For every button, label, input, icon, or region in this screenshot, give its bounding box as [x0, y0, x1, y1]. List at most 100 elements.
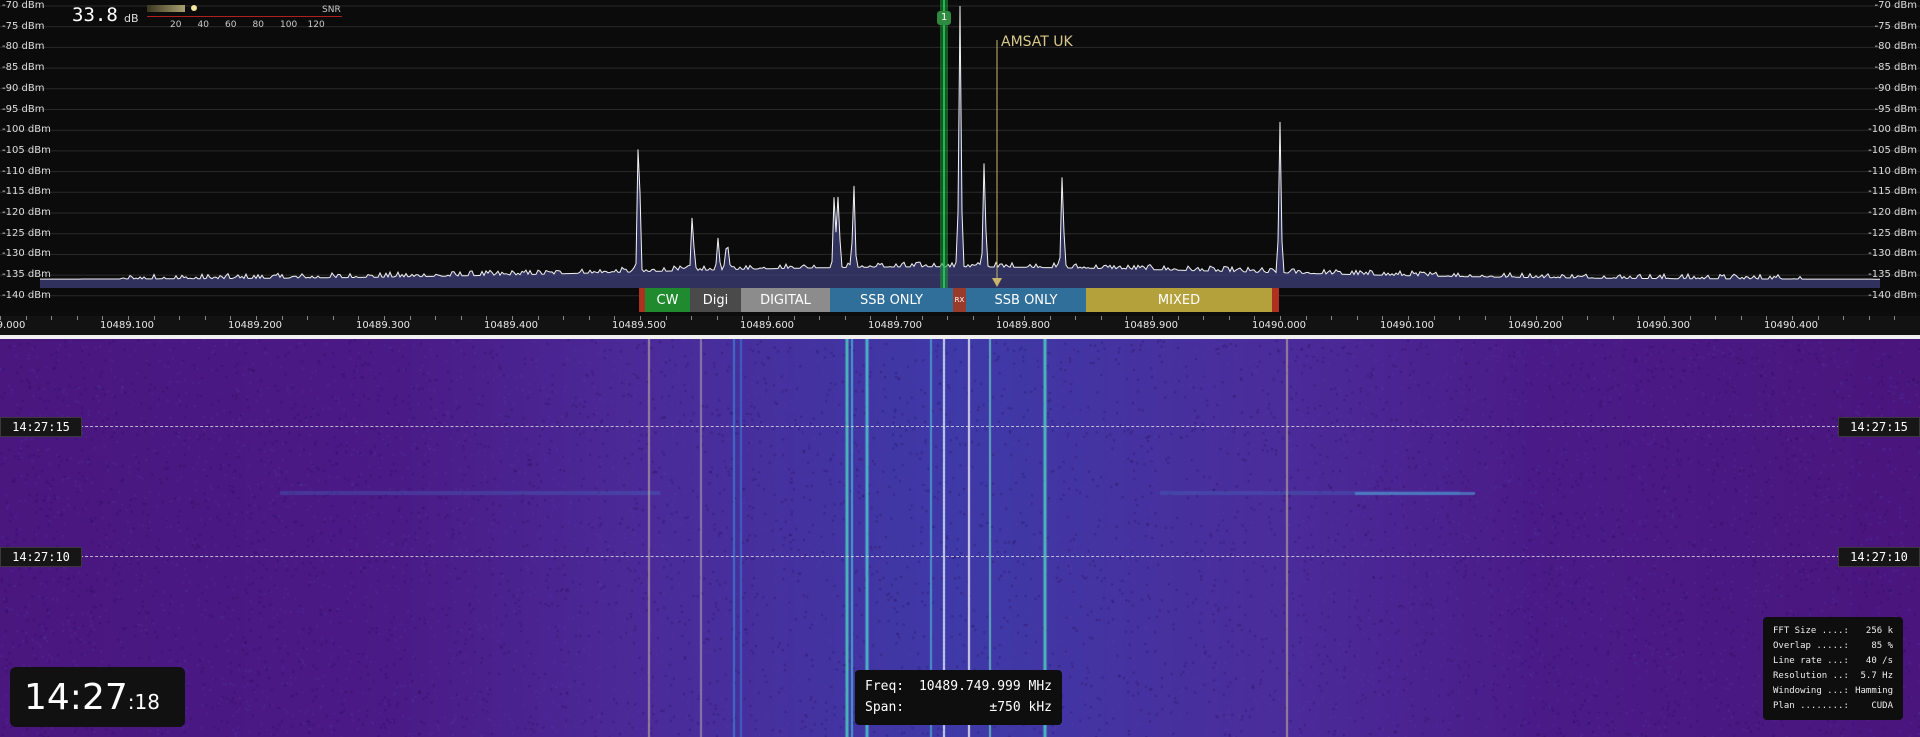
freq-tick-mark — [384, 316, 385, 320]
snr-tick-label: 60 — [225, 20, 237, 30]
band-segment[interactable]: CW — [645, 288, 690, 312]
frequency-axis[interactable]: 9.000 10489.100 10489.200 10489.300 10489.40… — [0, 316, 1920, 336]
span-label: Span: — [865, 700, 905, 715]
dbm-label-left: -105 dBm — [2, 144, 51, 156]
freq-tick-mark — [972, 316, 974, 320]
fft-info-value: 40 /s — [1865, 656, 1893, 666]
freq-tick-mark — [793, 316, 795, 320]
band-segment[interactable]: SSB ONLY — [830, 288, 953, 312]
freq-tick-mark — [1305, 316, 1307, 320]
freq-tick-mark — [768, 316, 769, 320]
freq-tick-label: 10489.600 — [739, 320, 795, 331]
band-segment[interactable]: MIXED — [1086, 288, 1272, 312]
freq-tick-mark — [1100, 316, 1102, 320]
fft-info-value: Hamming — [1855, 686, 1893, 696]
fft-info-key: Overlap .....: — [1773, 641, 1849, 651]
time-mark-left: 14:27:10 — [0, 547, 82, 567]
spectrum-plot[interactable] — [0, 0, 1920, 312]
dbm-label-left: -120 dBm — [2, 207, 51, 218]
band-segment[interactable]: Digi — [690, 288, 741, 312]
freq-tick-mark — [0, 316, 1, 320]
fft-info-row: Overlap .....: 85 % — [1773, 639, 1893, 654]
freq-tick-mark — [1843, 316, 1845, 320]
fft-info-row: FFT Size ....: 256 k — [1773, 624, 1893, 639]
fft-info-row: Resolution ..: 5.7 Hz — [1773, 669, 1893, 684]
freq-tick-mark — [1715, 316, 1717, 320]
freq-tick-mark — [742, 316, 744, 320]
freq-row: Freq: 10489.749.999 MHz — [865, 676, 1052, 697]
dbm-label-left: -90 dBm — [2, 82, 45, 94]
freq-tick-label: 10489.300 — [355, 320, 411, 331]
freq-tick-label: 9.000 — [0, 320, 26, 331]
freq-tick-mark — [102, 316, 104, 320]
dbm-label-right: -130 dBm — [1868, 248, 1917, 260]
freq-tick-mark — [537, 316, 539, 320]
marker-label[interactable]: AMSAT UK — [1001, 34, 1073, 50]
freq-tick-mark — [1382, 316, 1384, 320]
freq-tick-label: 10490.100 — [1379, 320, 1435, 331]
snr-tick-label: 20 — [170, 20, 182, 30]
freq-tick-mark — [204, 316, 206, 320]
freq-tick-mark — [128, 316, 129, 320]
freq-tick-mark — [256, 316, 257, 320]
freq-tick-mark — [1356, 316, 1358, 320]
freq-tick-mark — [179, 316, 181, 320]
freq-tick-mark — [281, 316, 283, 320]
freq-tick-label: 10489.400 — [483, 320, 539, 331]
dbm-label-right: -140 dBm — [1868, 289, 1917, 301]
snr-label: SNR — [322, 5, 341, 15]
dbm-label-right: -70 dBm — [1874, 0, 1917, 11]
fft-info-value: 256 k — [1865, 626, 1893, 636]
clock-hours-minutes: 14:27 — [24, 677, 128, 718]
freq-tick-mark — [1280, 316, 1281, 320]
time-mark-left: 14:27:15 — [0, 417, 82, 437]
dbm-label-left: -115 dBm — [2, 186, 51, 198]
freq-tick-mark — [153, 316, 155, 320]
snr-bar-fill — [147, 5, 185, 12]
freq-tick-mark — [1536, 316, 1537, 320]
freq-tick-mark — [1689, 316, 1691, 320]
freq-tick-mark — [1408, 316, 1409, 320]
freq-tick-mark — [332, 316, 334, 320]
freq-tick-label: 10490.400 — [1763, 320, 1819, 331]
dbm-label-right: -125 dBm — [1868, 227, 1917, 239]
band-segment[interactable]: DIGITAL — [741, 288, 830, 312]
freq-tick-mark — [1894, 316, 1896, 320]
dbm-label-left: -100 dBm — [2, 124, 51, 136]
dbm-label-left: -125 dBm — [2, 227, 51, 239]
fft-info-key: FFT Size ....: — [1773, 626, 1849, 636]
snr-unit: dB — [124, 12, 139, 25]
freq-tick-mark — [307, 316, 309, 320]
freq-tick-label: 10490.000 — [1251, 320, 1307, 331]
freq-tick-mark — [921, 316, 923, 320]
freq-tick-mark — [947, 316, 949, 320]
freq-tick-mark — [1075, 316, 1077, 320]
freq-tick-mark — [25, 316, 27, 320]
dbm-label-right: -105 dBm — [1868, 144, 1917, 156]
dbm-label-right: -120 dBm — [1868, 207, 1917, 218]
freq-tick-mark — [51, 316, 53, 320]
band-segment[interactable]: SSB ONLY — [966, 288, 1086, 312]
band-segment[interactable]: RX — [953, 288, 966, 312]
dbm-label-right: -100 dBm — [1868, 124, 1917, 136]
freq-tick-mark — [844, 316, 846, 320]
dbm-label-left: -80 dBm — [2, 41, 45, 53]
freq-tick-mark — [1049, 316, 1051, 320]
fft-info-row: Plan ........: CUDA — [1773, 699, 1893, 714]
freq-tick-mark — [460, 316, 462, 320]
freq-tick-mark — [1561, 316, 1563, 320]
fft-info-value: 85 % — [1871, 641, 1893, 651]
span-row: Span: ±750 kHz — [865, 697, 1052, 718]
span-value: ±750 kHz — [989, 700, 1052, 715]
freq-value: 10489.749.999 MHz — [918, 679, 1052, 694]
band-segment[interactable] — [1272, 288, 1279, 312]
freq-tick-mark — [1638, 316, 1640, 320]
freq-tick-label: 10490.300 — [1635, 320, 1691, 331]
snr-tick-label: 100 — [280, 20, 298, 30]
freq-tick-mark — [870, 316, 872, 320]
time-mark-line — [0, 426, 1920, 427]
freq-tick-label: 10489.200 — [227, 320, 283, 331]
fft-info-key: Line rate ...: — [1773, 656, 1849, 666]
freq-tick-mark — [486, 316, 488, 320]
spectrum-display[interactable]: 1 AMSAT UK -70 dBm -75 dBm -80 dBm -85 dBm -… — [0, 0, 1920, 312]
